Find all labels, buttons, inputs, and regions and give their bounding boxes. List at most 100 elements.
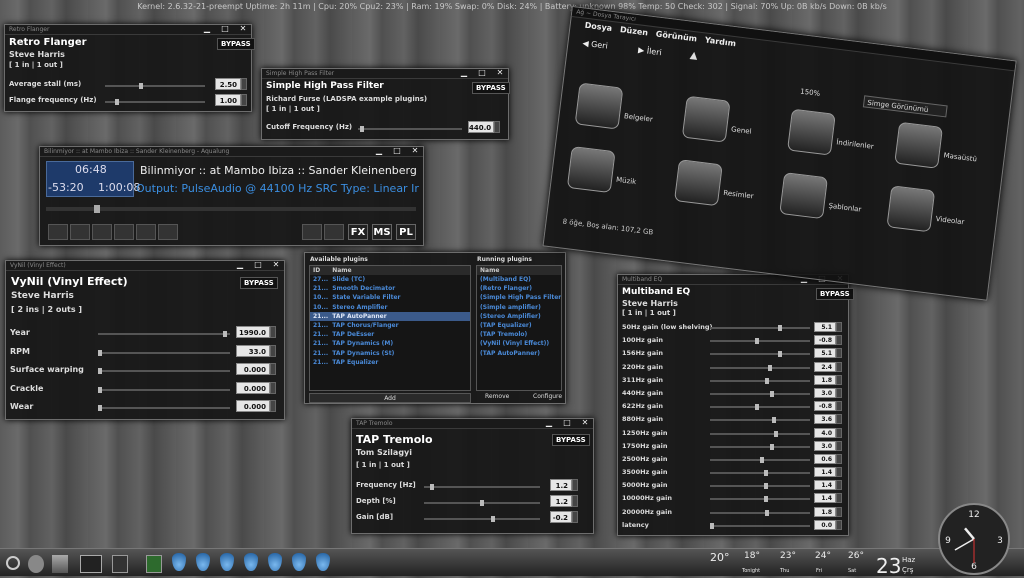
bypass-button[interactable]: BYPASS [552, 434, 590, 446]
slider-knob[interactable] [480, 500, 484, 506]
maximize-button[interactable]: □ [562, 418, 572, 427]
name-column-header[interactable]: Name [332, 267, 351, 274]
param-value[interactable]: 440.0 [468, 121, 494, 133]
folder-label[interactable]: Şablonlar [828, 202, 862, 214]
title-bar[interactable]: Bilinmiyor :: at Mambo Ibiza :: Sander K… [40, 146, 423, 157]
plugin-item[interactable]: 27... Slide (TC) [310, 275, 470, 284]
monitor-icon[interactable] [80, 555, 102, 573]
spin-button[interactable] [836, 374, 842, 385]
slider-knob[interactable] [360, 126, 364, 132]
maximize-button[interactable]: □ [392, 146, 402, 155]
close-button[interactable]: ✕ [238, 24, 248, 33]
param-value[interactable]: 1.4 [814, 480, 836, 491]
slider-knob[interactable] [114, 99, 119, 105]
param-slider[interactable] [710, 483, 810, 490]
forward-button[interactable]: ▶ İleri [638, 45, 663, 57]
param-value[interactable]: -0.2 [550, 511, 572, 523]
running-plugin-item[interactable]: (Retro Flanger) [477, 284, 561, 293]
param-value[interactable]: 1.00 [215, 94, 241, 106]
slider-knob[interactable] [763, 483, 768, 490]
spin-button[interactable] [270, 381, 276, 394]
slider-knob[interactable] [778, 351, 783, 358]
param-value[interactable]: 5.1 [814, 348, 836, 359]
title-bar[interactable]: VyNil (Vinyl Effect) ▁ □ ✕ [6, 260, 284, 271]
title-bar[interactable]: Retro Flanger ▁ □ ✕ [5, 24, 251, 35]
param-slider[interactable] [710, 377, 810, 384]
plugin-item[interactable]: 21... TAP Dynamics (M) [310, 339, 470, 348]
slider-knob[interactable] [98, 368, 102, 374]
plugin-item[interactable]: 21... TAP DeEsser [310, 330, 470, 339]
minimize-button[interactable]: ▁ [374, 146, 384, 155]
param-slider[interactable] [424, 516, 540, 522]
close-button[interactable]: ✕ [271, 260, 281, 269]
available-plugins-list[interactable]: ID Name 27... Slide (TC) 21... Smooth Decima… [309, 265, 471, 391]
slider-knob[interactable] [138, 83, 143, 89]
menu-edit[interactable]: Düzen [619, 25, 648, 37]
spin-button[interactable] [836, 348, 842, 359]
plugin-item[interactable]: 10... State Variable Filter [310, 293, 470, 302]
minimize-button[interactable]: ▁ [235, 260, 245, 269]
close-button[interactable]: ✕ [495, 68, 505, 77]
desktop-folder-icon[interactable] [894, 121, 944, 169]
slider-knob[interactable] [765, 509, 770, 516]
slider-knob[interactable] [491, 516, 496, 522]
spin-button[interactable] [270, 400, 276, 412]
folder-label[interactable]: Videolar [935, 215, 964, 226]
param-slider[interactable] [710, 325, 810, 331]
param-slider[interactable] [710, 351, 810, 358]
next-button[interactable] [158, 224, 178, 240]
list-header[interactable]: Name [477, 266, 561, 275]
maximize-button[interactable]: □ [220, 24, 230, 33]
param-slider[interactable] [710, 430, 810, 437]
previous-button[interactable] [48, 224, 68, 240]
spin-button[interactable] [572, 511, 578, 523]
bypass-button[interactable]: BYPASS [816, 288, 854, 300]
slider-knob[interactable] [778, 325, 783, 331]
slider-knob[interactable] [767, 364, 772, 371]
slider-knob[interactable] [770, 390, 774, 397]
param-value[interactable]: 1.4 [814, 493, 836, 504]
terminal-icon[interactable] [112, 555, 128, 573]
param-value[interactable]: 3.0 [814, 440, 836, 451]
param-slider[interactable] [710, 417, 810, 424]
id-column-header[interactable]: ID [313, 267, 320, 274]
rewind-button[interactable] [70, 224, 90, 240]
folder-label[interactable]: İndirilenler [836, 138, 874, 151]
title-bar[interactable]: Simple High Pass Filter ▁ □ ✕ [262, 68, 508, 79]
view-select[interactable]: Simge Görünümü [862, 95, 948, 118]
seek-knob[interactable] [94, 205, 100, 213]
param-value[interactable]: 3.0 [814, 387, 836, 398]
param-slider[interactable] [424, 484, 540, 490]
spin-button[interactable] [836, 322, 842, 332]
menu-help[interactable]: Yardım [704, 35, 736, 48]
param-value[interactable]: 1.8 [814, 374, 836, 385]
running-plugin-item[interactable]: (Simple High Pass Filter) [477, 293, 561, 302]
music-folder-icon[interactable] [566, 146, 616, 194]
aqualung-task-icon[interactable] [196, 553, 210, 571]
spin-button[interactable] [572, 479, 578, 491]
slider-knob[interactable] [429, 484, 434, 490]
param-slider[interactable] [98, 405, 230, 411]
spin-button[interactable] [494, 121, 500, 133]
spin-button[interactable] [572, 495, 578, 507]
menu-file[interactable]: Dosya [584, 21, 612, 33]
param-slider[interactable] [710, 496, 810, 503]
slider-knob[interactable] [710, 522, 714, 529]
folder-label[interactable]: Müzik [616, 176, 637, 186]
param-value[interactable]: 1.2 [550, 479, 572, 491]
slider-knob[interactable] [774, 430, 778, 437]
aqualung-task-icon[interactable] [244, 553, 258, 571]
trash-icon[interactable] [52, 555, 68, 573]
spin-button[interactable] [241, 94, 247, 106]
spin-button[interactable] [836, 401, 842, 412]
param-value[interactable]: 4.0 [814, 427, 836, 438]
param-slider[interactable] [710, 522, 810, 529]
spin-button[interactable] [836, 361, 842, 372]
title-bar[interactable]: TAP Tremolo ▁ □ ✕ [352, 418, 593, 429]
seek-bar[interactable] [46, 205, 416, 213]
plugin-item[interactable]: 21... Smooth Decimator [310, 284, 470, 293]
spin-button[interactable] [836, 335, 842, 346]
system-icon[interactable] [28, 555, 44, 573]
plugin-item[interactable]: 21... TAP Dynamics (St) [310, 349, 470, 358]
configure-button[interactable]: Configure [533, 393, 562, 400]
